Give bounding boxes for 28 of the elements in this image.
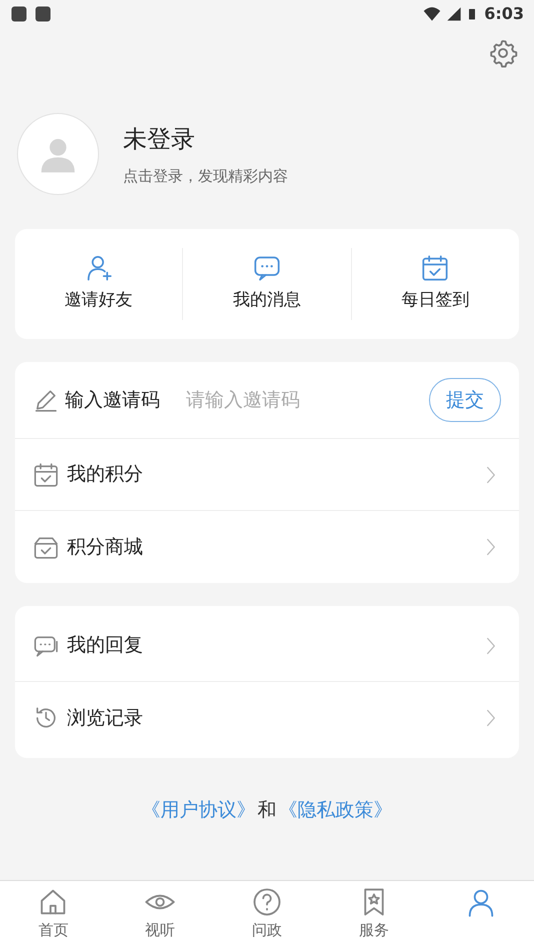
menu-item[interactable]: 积分商城 xyxy=(15,511,519,583)
submit-button[interactable]: 提交 xyxy=(429,378,501,422)
tab[interactable]: 视听 xyxy=(106,881,214,950)
quick-action[interactable]: 每日签到 xyxy=(350,248,519,320)
quick-action[interactable]: 邀请好友 xyxy=(15,248,182,320)
calendar-check-icon xyxy=(33,462,59,488)
wifi-icon xyxy=(422,5,442,23)
user-name: 未登录 xyxy=(123,124,196,155)
signal-icon xyxy=(446,6,462,22)
question-circle-icon xyxy=(252,887,282,917)
tab[interactable]: 服务 xyxy=(320,881,428,950)
status-time: 6:03 xyxy=(484,3,524,25)
and-text: 和 xyxy=(258,798,276,823)
login-prompt: 点击登录，发现精彩内容 xyxy=(123,166,288,187)
menu-item[interactable]: 浏览记录 xyxy=(15,682,519,754)
menu-item[interactable]: 我的积分 xyxy=(15,439,519,511)
tab[interactable]: 首页 xyxy=(0,881,107,950)
invite-label: 输入邀请码 xyxy=(65,388,160,413)
menu-item[interactable]: 我的回复 xyxy=(15,610,519,682)
tab[interactable]: 问政 xyxy=(214,881,320,950)
quick-action[interactable]: 我的消息 xyxy=(182,248,351,320)
app-notification-icon xyxy=(34,5,52,23)
chat-bubble-icon xyxy=(252,254,281,282)
invite-code-field[interactable]: 请输入邀请码 xyxy=(186,386,386,414)
add-user-icon xyxy=(84,254,113,282)
calendar-check-icon xyxy=(421,254,450,282)
settings-icon[interactable] xyxy=(488,38,518,68)
app-notification-icon xyxy=(10,5,28,23)
